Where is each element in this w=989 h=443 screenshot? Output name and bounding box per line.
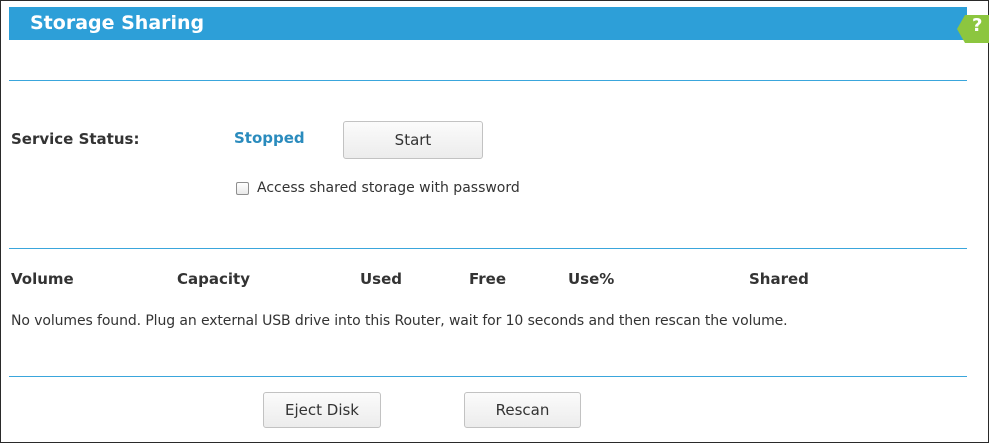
divider-bottom (9, 376, 967, 377)
column-header-shared: Shared (749, 270, 809, 288)
column-header-volume: Volume (11, 270, 74, 288)
service-status-value: Stopped (234, 129, 305, 147)
rescan-button[interactable]: Rescan (464, 392, 581, 428)
service-status-label: Service Status: (11, 130, 140, 148)
divider-middle (9, 248, 967, 249)
start-button[interactable]: Start (343, 121, 483, 159)
column-header-capacity: Capacity (177, 270, 250, 288)
column-header-free: Free (469, 270, 507, 288)
help-icon-glyph: ? (972, 15, 983, 36)
help-icon[interactable]: ? (957, 15, 989, 43)
password-checkbox-label: Access shared storage with password (257, 180, 520, 196)
password-checkbox[interactable] (236, 181, 249, 195)
password-option[interactable]: Access shared storage with password (236, 180, 520, 196)
page-title: Storage Sharing (30, 12, 205, 34)
divider-top (9, 80, 967, 81)
title-bar: Storage Sharing (9, 7, 967, 40)
empty-volumes-message: No volumes found. Plug an external USB d… (11, 313, 788, 329)
column-header-used: Used (360, 270, 403, 288)
column-header-use-percent: Use% (568, 270, 615, 288)
eject-disk-button[interactable]: Eject Disk (263, 392, 381, 428)
